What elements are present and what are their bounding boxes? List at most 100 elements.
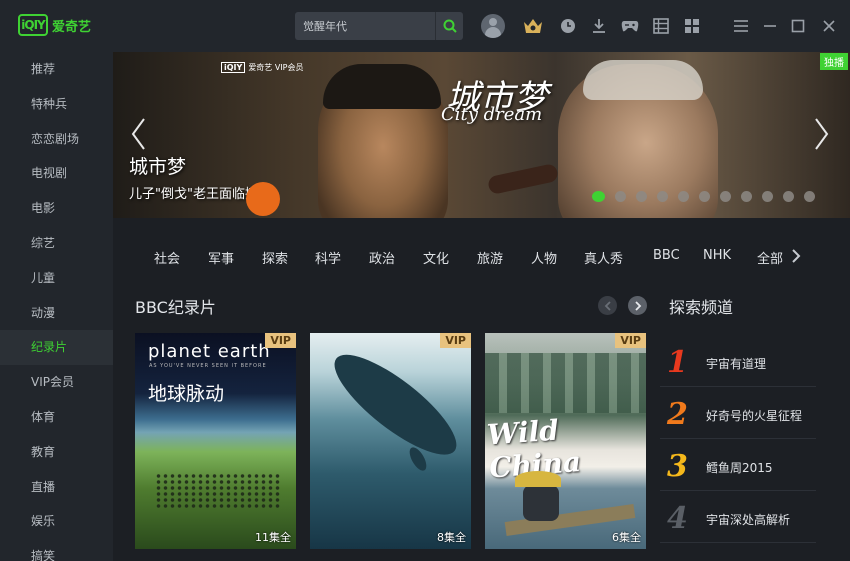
- category-culture[interactable]: 文化: [423, 248, 449, 267]
- card-art-title-cn: 地球脉动: [148, 383, 225, 405]
- categories-next-button[interactable]: [791, 248, 807, 268]
- banner-dot-9[interactable]: [762, 191, 773, 202]
- category-science[interactable]: 科学: [315, 248, 341, 267]
- banner-pagination: [592, 191, 815, 202]
- search-box: [295, 12, 463, 40]
- banner-prev-button[interactable]: [127, 114, 149, 154]
- card-whale-art: [321, 339, 470, 470]
- banner-dot-8[interactable]: [741, 191, 752, 202]
- sidebar-item-entertainment[interactable]: 娱乐: [0, 504, 113, 539]
- category-nhk[interactable]: NHK: [703, 248, 731, 263]
- search-button[interactable]: [435, 12, 463, 40]
- search-icon: [443, 19, 457, 33]
- rank-label: 鳕鱼周2015: [706, 461, 773, 475]
- category-bbc[interactable]: BBC: [653, 248, 680, 263]
- sidebar-item-movies[interactable]: 电影: [0, 191, 113, 226]
- rank-number: 4: [667, 501, 688, 536]
- sidebar-item-live[interactable]: 直播: [0, 470, 113, 505]
- clock-icon: [561, 19, 575, 33]
- chevron-left-icon: [131, 118, 145, 150]
- menu-icon: [734, 20, 748, 32]
- sidebar-item-tv-series[interactable]: 电视剧: [0, 156, 113, 191]
- sidebar-item-vip[interactable]: VIP会员: [0, 365, 113, 400]
- category-reality-show[interactable]: 真人秀: [584, 248, 623, 267]
- game-button[interactable]: [618, 14, 642, 38]
- watermark-text: 爱奇艺 VIP会员: [248, 63, 304, 72]
- ranking-item-4[interactable]: 4 宇宙深处高解析: [660, 491, 816, 543]
- avatar: [481, 14, 505, 38]
- close-icon: [823, 20, 835, 32]
- section-prev-button[interactable]: [598, 296, 617, 315]
- sidebar-item-special-forces[interactable]: 特种兵: [0, 87, 113, 122]
- user-avatar-button[interactable]: [481, 14, 505, 38]
- banner-next-button[interactable]: [811, 114, 833, 154]
- maximize-icon: [791, 19, 805, 33]
- episode-count: 6集全: [612, 531, 641, 544]
- banner-dot-6[interactable]: [699, 191, 710, 202]
- category-military[interactable]: 军事: [208, 248, 234, 267]
- chevron-right-icon: [634, 300, 641, 311]
- minimize-button[interactable]: [758, 14, 782, 38]
- category-people[interactable]: 人物: [531, 248, 557, 267]
- sidebar-item-anime[interactable]: 动漫: [0, 296, 113, 331]
- banner-dot-2[interactable]: [615, 191, 626, 202]
- watermark-logo: iQIY: [221, 62, 246, 73]
- banner-dot-7[interactable]: [720, 191, 731, 202]
- sidebar-item-kids[interactable]: 儿童: [0, 261, 113, 296]
- ranking-item-1[interactable]: 1 宇宙有道理: [660, 335, 816, 387]
- ranking-item-2[interactable]: 2 好奇号的火星征程: [660, 387, 816, 439]
- card-hat-art: [515, 471, 561, 487]
- sidebar-item-funny[interactable]: 搞笑: [0, 539, 113, 561]
- video-card-wild-china[interactable]: Wild China VIP 6集全: [485, 333, 646, 549]
- card-art-title-en: Wild China: [485, 413, 583, 485]
- video-card-planet-earth[interactable]: planet earth AS YOU'VE NEVER SEEN IT BEF…: [135, 333, 296, 549]
- category-bar: 社会 军事 探索 科学 政治 文化 旅游 人物 真人秀 BBC NHK 全部: [113, 240, 850, 276]
- video-card-ocean[interactable]: VIP 8集全: [310, 333, 471, 549]
- sidebar-item-romance-theater[interactable]: 恋恋剧场: [0, 122, 113, 157]
- ranking-item-3[interactable]: 3 鳕鱼周2015: [660, 439, 816, 491]
- history-button[interactable]: [556, 14, 580, 38]
- close-button[interactable]: [817, 14, 841, 38]
- sidebar-item-sports[interactable]: 体育: [0, 400, 113, 435]
- rank-label: 好奇号的火星征程: [706, 409, 803, 423]
- app-window: iQIY 爱奇艺 觉醒年代 推荐 特种兵 恋恋剧场 电视剧 电影 综艺 儿童 动…: [0, 0, 850, 561]
- menu-button[interactable]: [729, 14, 753, 38]
- vip-crown-button[interactable]: [521, 14, 545, 38]
- category-society[interactable]: 社会: [154, 248, 180, 267]
- episode-count: 11集全: [255, 531, 291, 544]
- card-art-title-en: planet earth: [148, 341, 271, 362]
- category-all[interactable]: 全部: [757, 248, 783, 267]
- rank-number: 1: [667, 345, 688, 380]
- category-exploration[interactable]: 探索: [262, 248, 288, 267]
- card-herd-art: [155, 473, 280, 508]
- sidebar-item-recommend[interactable]: 推荐: [0, 52, 113, 87]
- category-travel[interactable]: 旅游: [477, 248, 503, 267]
- maximize-button[interactable]: [786, 14, 810, 38]
- banner-dot-4[interactable]: [657, 191, 668, 202]
- download-icon: [593, 19, 605, 33]
- banner-dot-3[interactable]: [636, 191, 647, 202]
- apps-button[interactable]: [680, 14, 704, 38]
- iqiyi-logo[interactable]: iQIY 爱奇艺: [18, 14, 91, 36]
- section-next-button[interactable]: [628, 296, 647, 315]
- rank-label: 宇宙有道理: [706, 357, 767, 371]
- banner-title[interactable]: 城市梦: [129, 152, 186, 179]
- search-input[interactable]: [303, 12, 428, 40]
- banner-dot-10[interactable]: [783, 191, 794, 202]
- logo-mark: iQIY: [18, 14, 48, 36]
- sidebar-item-education[interactable]: 教育: [0, 435, 113, 470]
- download-button[interactable]: [587, 14, 611, 38]
- banner-dot-11[interactable]: [804, 191, 815, 202]
- sidebar-item-documentary[interactable]: 纪录片: [0, 330, 113, 366]
- banner-dot-5[interactable]: [678, 191, 689, 202]
- list-button[interactable]: [649, 14, 673, 38]
- banner-figure-right-hair: [583, 60, 703, 100]
- banner-art-title-en: City dream: [441, 104, 543, 125]
- banner-dot-1[interactable]: [592, 191, 605, 202]
- category-politics[interactable]: 政治: [369, 248, 395, 267]
- hero-banner[interactable]: iQIY 爱奇艺 VIP会员 城市梦 City dream 城市梦 儿子"倒戈"…: [113, 52, 850, 218]
- vip-badge: VIP: [440, 333, 471, 348]
- rank-number: 2: [667, 397, 688, 432]
- sidebar-item-variety[interactable]: 综艺: [0, 226, 113, 261]
- vip-badge: VIP: [265, 333, 296, 348]
